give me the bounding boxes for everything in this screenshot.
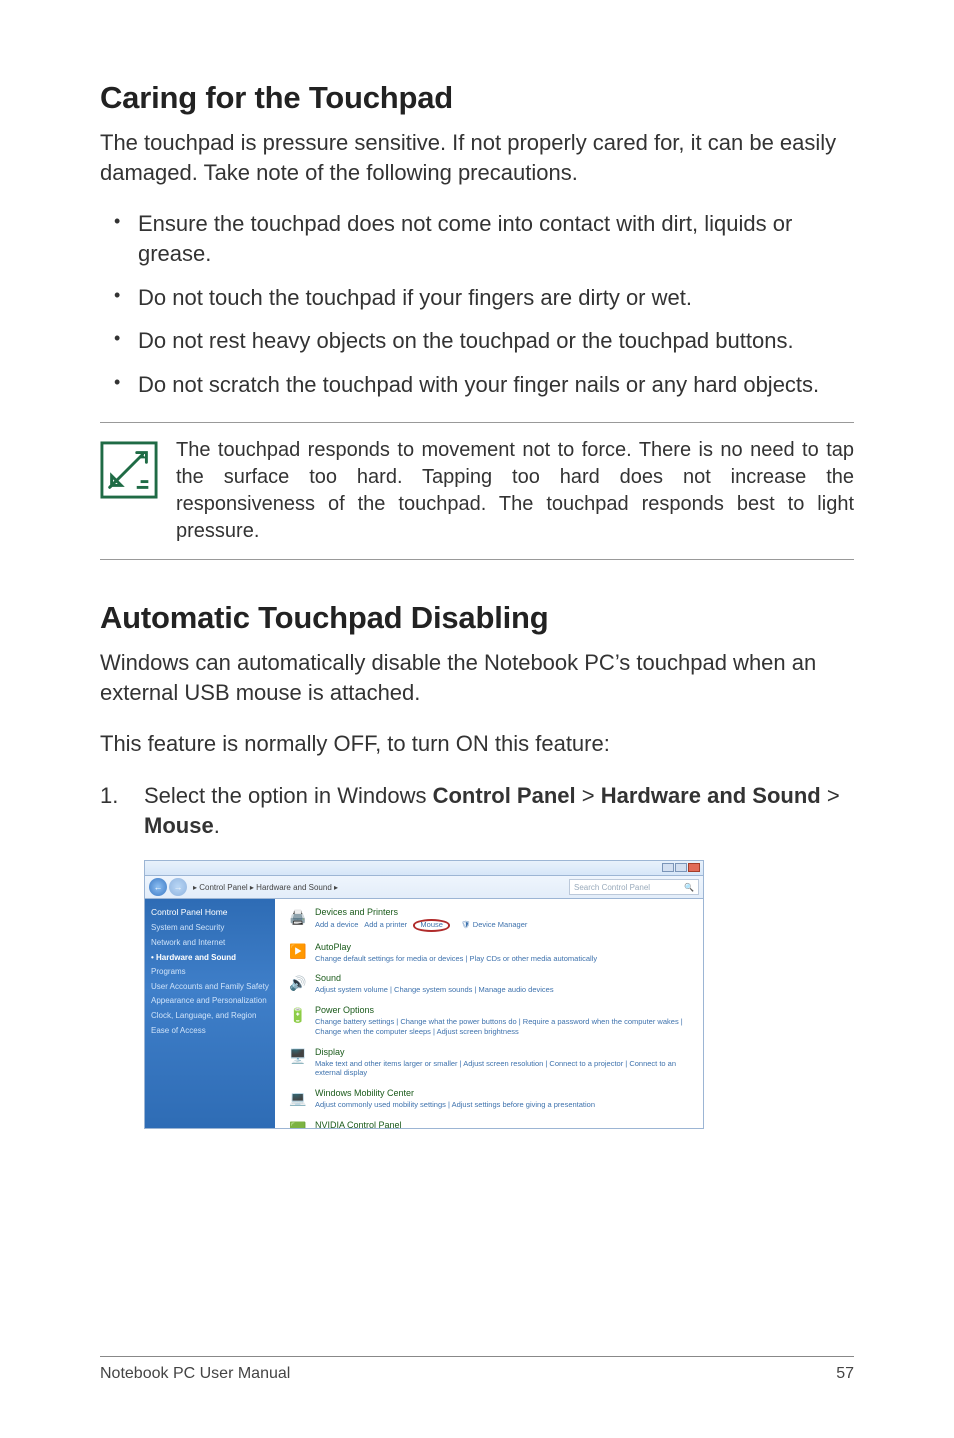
mobility-icon: 💻 xyxy=(287,1088,309,1108)
autoplay-icon: ▶️ xyxy=(287,942,309,962)
mouse-highlight: Mouse xyxy=(413,919,450,931)
step1-end: . xyxy=(214,813,220,838)
footer-left: Notebook PC User Manual xyxy=(100,1365,290,1383)
display-icon: 🖥️ xyxy=(287,1047,309,1067)
cp-group-devices: 🖨️ Devices and Printers Add a device Add… xyxy=(287,907,691,931)
step1-sep1: > xyxy=(576,783,601,808)
cp-window-buttons xyxy=(662,863,700,872)
close-icon xyxy=(688,863,700,872)
step1-b2: Hardware and Sound xyxy=(601,783,821,808)
cp-address-bar: ← → ▸ Control Panel ▸ Hardware and Sound… xyxy=(144,875,704,899)
care-bullet: Do not touch the touchpad if your finger… xyxy=(100,283,854,313)
cp-side-item-active-label: Hardware and Sound xyxy=(156,953,236,962)
maximize-icon xyxy=(675,863,687,872)
cp-side-item: Clock, Language, and Region xyxy=(151,1011,269,1021)
cp-group-sound: 🔊 Sound Adjust system volume | Change sys… xyxy=(287,973,691,995)
care-bullet: Do not scratch the touchpad with your fi… xyxy=(100,370,854,400)
cp-group-lnks: Adjust system volume | Change system sou… xyxy=(315,985,691,995)
printer-icon: 🖨️ xyxy=(287,907,309,927)
step-1: Select the option in Windows Control Pan… xyxy=(100,781,854,840)
intro-care: The touchpad is pressure sensitive. If n… xyxy=(100,128,854,187)
control-panel-screenshot: ← → ▸ Control Panel ▸ Hardware and Sound… xyxy=(144,860,704,1129)
forward-button-icon: → xyxy=(169,878,187,896)
cp-group-hd: NVIDIA Control Panel xyxy=(315,1120,691,1129)
cp-group-hd: Windows Mobility Center xyxy=(315,1088,691,1098)
nvidia-icon: 🟩 xyxy=(287,1120,309,1129)
cp-main: 🖨️ Devices and Printers Add a device Add… xyxy=(275,899,703,1128)
cp-group-lnks: Make text and other items larger or smal… xyxy=(315,1059,691,1079)
footer-right: 57 xyxy=(836,1365,854,1383)
step1-b1: Control Panel xyxy=(433,783,576,808)
cp-breadcrumb: ▸ Control Panel ▸ Hardware and Sound ▸ xyxy=(193,883,338,892)
cp-body: Control Panel Home System and Security N… xyxy=(144,899,704,1129)
cp-side-item: User Accounts and Family Safety xyxy=(151,982,269,992)
cp-side-item: System and Security xyxy=(151,923,269,933)
cp-side-item: Ease of Access xyxy=(151,1026,269,1036)
power-icon: 🔋 xyxy=(287,1005,309,1025)
cp-group-lnks: Adjust commonly used mobility settings |… xyxy=(315,1100,691,1110)
care-bullet: Do not rest heavy objects on the touchpa… xyxy=(100,326,854,356)
cp-search-placeholder: Search Control Panel xyxy=(574,883,684,892)
cp-titlebar xyxy=(144,860,704,875)
cp-group-mobility: 💻 Windows Mobility Center Adjust commonly… xyxy=(287,1088,691,1110)
page-footer: Notebook PC User Manual 57 xyxy=(100,1356,854,1383)
cp-group-power: 🔋 Power Options Change battery settings |… xyxy=(287,1005,691,1037)
cp-group-lnks: Add a device Add a printer Mouse 🛡 Devic… xyxy=(315,919,691,931)
cp-group-display: 🖥️ Display Make text and other items larg… xyxy=(287,1047,691,1079)
step1-pre: Select the option in Windows xyxy=(144,783,433,808)
cp-side-item-active: • Hardware and Sound xyxy=(151,953,269,963)
cp-group-hd: AutoPlay xyxy=(315,942,691,952)
search-icon: 🔍 xyxy=(684,883,694,892)
cp-group-hd: Devices and Printers xyxy=(315,907,691,917)
cp-search-field: Search Control Panel 🔍 xyxy=(569,879,699,895)
cp-group-hd: Display xyxy=(315,1047,691,1057)
cp-group-autoplay: ▶️ AutoPlay Change default settings for m… xyxy=(287,942,691,964)
note-icon xyxy=(100,441,158,504)
note-text: The touchpad responds to movement not to… xyxy=(176,437,854,545)
cp-side-item: Network and Internet xyxy=(151,938,269,948)
cp-group-hd: Sound xyxy=(315,973,691,983)
cp-group-lnks: Change battery settings | Change what th… xyxy=(315,1017,691,1037)
cp-home-link: Control Panel Home xyxy=(151,907,269,917)
cp-side-item: Appearance and Personalization xyxy=(151,996,269,1006)
step1-sep2: > xyxy=(821,783,840,808)
cp-group-lnks: Change default settings for media or dev… xyxy=(315,954,691,964)
back-button-icon: ← xyxy=(149,878,167,896)
care-bullet: Ensure the touchpad does not come into c… xyxy=(100,209,854,268)
step1-b3: Mouse xyxy=(144,813,214,838)
minimize-icon xyxy=(662,863,674,872)
cp-group-nvidia: 🟩 NVIDIA Control Panel xyxy=(287,1120,691,1129)
auto-p1: Windows can automatically disable the No… xyxy=(100,648,854,707)
section-title-care: Caring for the Touchpad xyxy=(100,80,854,116)
care-bullet-list: Ensure the touchpad does not come into c… xyxy=(100,209,854,399)
cp-group-hd: Power Options xyxy=(315,1005,691,1015)
sound-icon: 🔊 xyxy=(287,973,309,993)
cp-side-item: Programs xyxy=(151,967,269,977)
cp-sidebar: Control Panel Home System and Security N… xyxy=(145,899,275,1128)
auto-p2: This feature is normally OFF, to turn ON… xyxy=(100,729,854,759)
section-title-auto: Automatic Touchpad Disabling xyxy=(100,600,854,636)
note-box: The touchpad responds to movement not to… xyxy=(100,422,854,560)
steps-list: Select the option in Windows Control Pan… xyxy=(100,781,854,840)
